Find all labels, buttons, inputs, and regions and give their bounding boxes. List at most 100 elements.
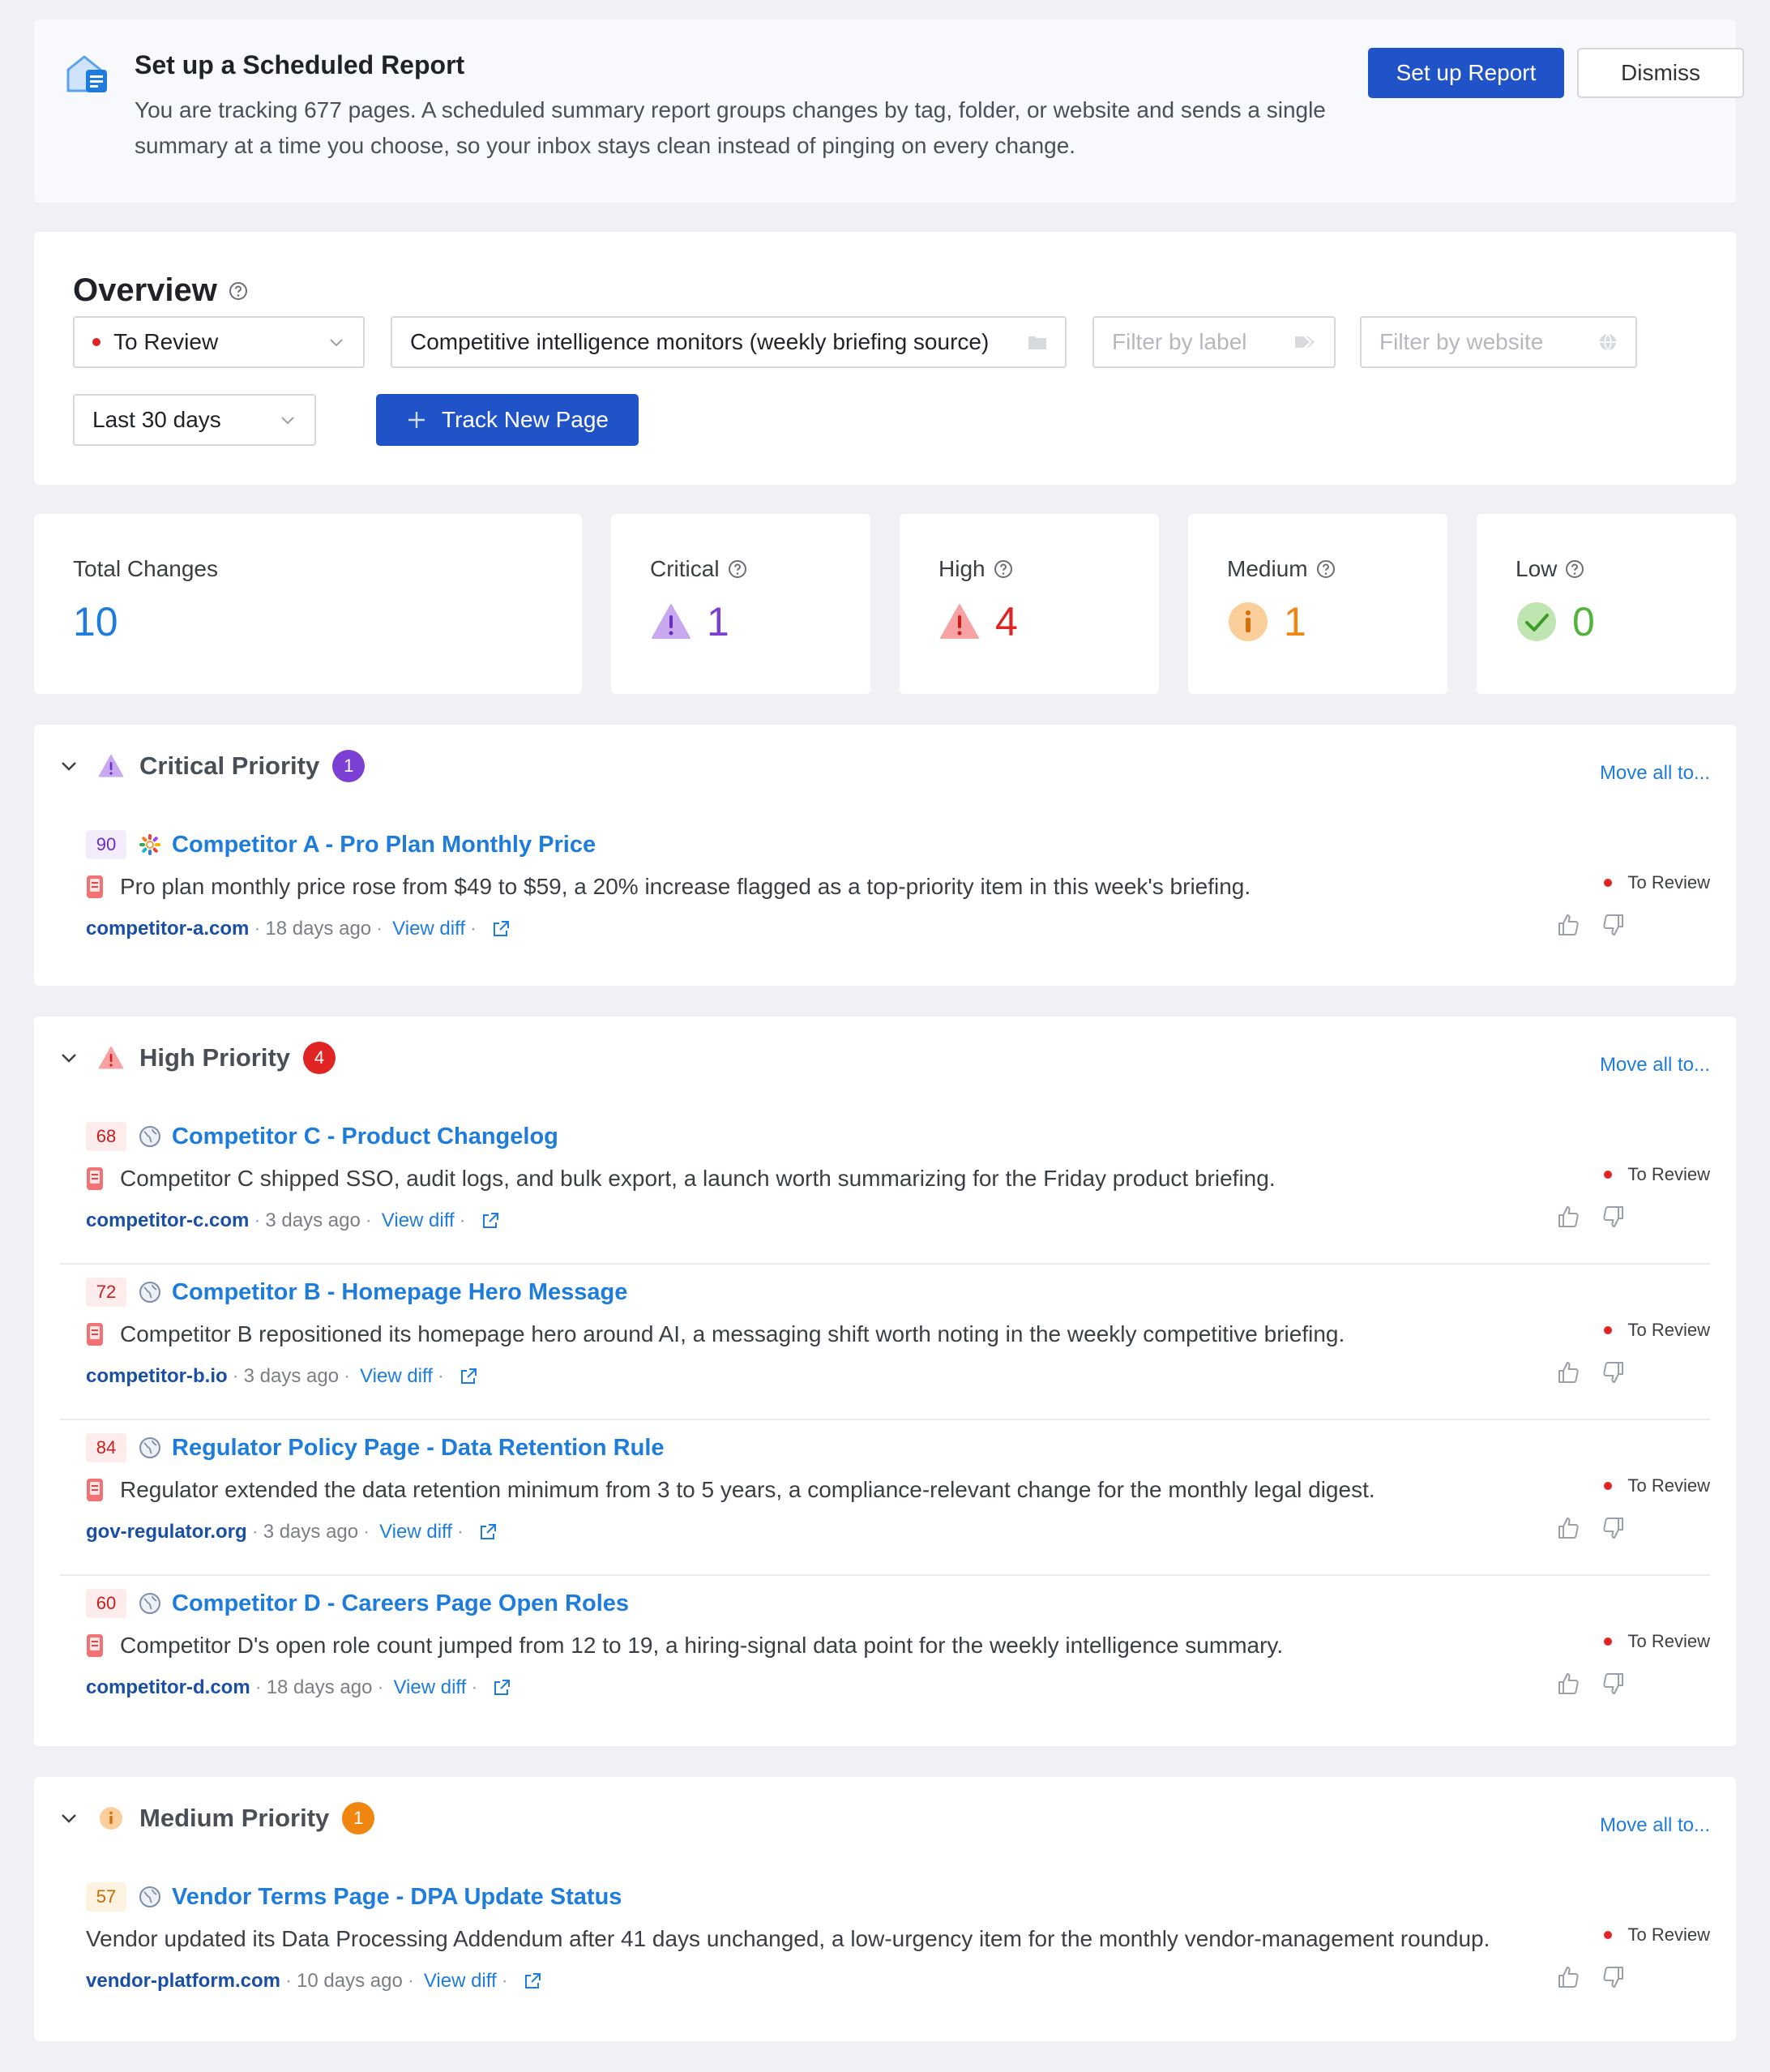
document-icon (86, 1322, 104, 1346)
separator: · (254, 1209, 261, 1231)
thumbs-down-icon[interactable] (1601, 1672, 1626, 1696)
external-link-icon[interactable] (459, 1367, 478, 1386)
status-dot (1603, 879, 1612, 887)
item-domain-link[interactable]: competitor-a.com (86, 918, 249, 940)
view-diff-link[interactable]: View diff (382, 1209, 455, 1232)
change-item: 60 Competitor D - Careers Page Open Role… (60, 1576, 1710, 1732)
help-icon[interactable] (728, 559, 747, 579)
section-header[interactable]: Critical Priority 1 (58, 747, 366, 785)
separator: · (251, 1521, 259, 1543)
section-header[interactable]: High Priority 4 (58, 1039, 336, 1077)
thumbs-up-icon[interactable] (1556, 1672, 1580, 1696)
item-time-ago: 3 days ago (243, 1365, 340, 1387)
score-badge: 60 (86, 1589, 126, 1618)
change-item: 90 Competitor A - Pro Plan Monthly Price… (60, 817, 1710, 973)
separator: · (254, 918, 261, 940)
status-filter-select[interactable]: To Review (73, 316, 365, 368)
item-domain-link[interactable]: vendor-platform.com (86, 1970, 280, 1993)
move-all-button[interactable]: Move all to... (1600, 1814, 1710, 1837)
help-icon[interactable] (1316, 559, 1336, 579)
external-link-icon[interactable] (523, 1971, 542, 1991)
thumbs-down-icon[interactable] (1601, 1360, 1626, 1385)
thumbs-up-icon[interactable] (1556, 1965, 1580, 1989)
move-all-button[interactable]: Move all to... (1600, 762, 1710, 785)
item-title-link[interactable]: Vendor Terms Page - DPA Update Status (172, 1884, 622, 1911)
stat-high[interactable]: High 4 (900, 514, 1159, 694)
stat-total-changes: Total Changes 10 (34, 514, 582, 694)
status-dot (1603, 1326, 1612, 1334)
view-diff-link[interactable]: View diff (379, 1521, 452, 1543)
help-icon[interactable] (229, 281, 248, 301)
thumbs-down-icon[interactable] (1601, 1965, 1626, 1989)
stat-label: Medium (1227, 556, 1308, 581)
help-icon[interactable] (1565, 559, 1584, 579)
external-link-icon[interactable] (491, 919, 511, 939)
external-link-icon[interactable] (478, 1522, 498, 1542)
status-label: To Review (1627, 1320, 1710, 1340)
colorful-flower-icon (138, 833, 162, 857)
status-label: To Review (1627, 1924, 1710, 1945)
track-new-page-button[interactable]: Track New Page (376, 394, 639, 446)
separator: · (363, 1521, 370, 1543)
website-filter-input[interactable]: Filter by website (1360, 316, 1637, 368)
item-title-link[interactable]: Regulator Policy Page - Data Retention R… (172, 1435, 665, 1462)
folder-filter-value: Competitive intelligence monitors (weekl… (410, 329, 990, 354)
move-all-button[interactable]: Move all to... (1600, 1054, 1710, 1077)
item-title-link[interactable]: Competitor D - Careers Page Open Roles (172, 1590, 629, 1617)
globe-icon (1598, 332, 1618, 352)
view-diff-link[interactable]: View diff (424, 1970, 497, 1993)
external-link-icon[interactable] (492, 1678, 511, 1697)
stat-low[interactable]: Low 0 (1477, 514, 1736, 694)
high-warning-icon (938, 601, 981, 643)
globe-icon (138, 1124, 162, 1149)
status-indicator: To Review (1603, 872, 1710, 893)
overview-panel: Overview To Review Competitive intellige… (34, 232, 1736, 485)
stat-medium[interactable]: Medium 1 (1188, 514, 1447, 694)
change-item: 84 Regulator Policy Page - Data Retentio… (60, 1420, 1710, 1576)
stat-critical[interactable]: Critical 1 (611, 514, 870, 694)
change-item: 57 Vendor Terms Page - DPA Update Status… (60, 1869, 1710, 2025)
score-badge: 90 (86, 830, 126, 859)
item-title-link[interactable]: Competitor C - Product Changelog (172, 1124, 558, 1150)
item-domain-link[interactable]: competitor-d.com (86, 1676, 250, 1699)
item-title-link[interactable]: Competitor B - Homepage Hero Message (172, 1279, 627, 1306)
status-label: To Review (1627, 872, 1710, 893)
item-title-link[interactable]: Competitor A - Pro Plan Monthly Price (172, 832, 596, 858)
item-description: Pro plan monthly price rose from $49 to … (120, 874, 1251, 899)
globe-icon (138, 1591, 162, 1616)
status-label: To Review (1627, 1164, 1710, 1184)
label-filter-input[interactable]: Filter by label (1092, 316, 1336, 368)
external-link-icon[interactable] (481, 1211, 500, 1231)
item-domain-link[interactable]: competitor-b.io (86, 1365, 228, 1388)
view-diff-link[interactable]: View diff (393, 1676, 466, 1699)
label-filter-placeholder: Filter by label (1112, 329, 1247, 354)
view-diff-link[interactable]: View diff (360, 1365, 433, 1388)
status-indicator: To Review (1603, 1631, 1710, 1652)
item-domain-link[interactable]: gov-regulator.org (86, 1521, 247, 1543)
plus-icon (406, 409, 427, 430)
thumbs-down-icon[interactable] (1601, 1205, 1626, 1229)
thumbs-down-icon[interactable] (1601, 913, 1626, 937)
collapse-chevron-icon[interactable] (58, 1047, 79, 1068)
thumbs-up-icon[interactable] (1556, 1360, 1580, 1385)
setup-report-button[interactable]: Set up Report (1368, 48, 1564, 98)
view-diff-link[interactable]: View diff (392, 918, 465, 940)
item-domain-link[interactable]: competitor-c.com (86, 1209, 249, 1232)
critical-warning-icon (650, 601, 692, 643)
thumbs-down-icon[interactable] (1601, 1516, 1626, 1540)
dismiss-button[interactable]: Dismiss (1577, 48, 1744, 98)
folder-filter-select[interactable]: Competitive intelligence monitors (weekl… (391, 316, 1067, 368)
thumbs-up-icon[interactable] (1556, 1205, 1580, 1229)
section-title: Critical Priority (139, 751, 320, 780)
thumbs-up-icon[interactable] (1556, 913, 1580, 937)
date-range-select[interactable]: Last 30 days (73, 394, 316, 446)
thumbs-up-icon[interactable] (1556, 1516, 1580, 1540)
document-icon (86, 1478, 104, 1502)
section-header[interactable]: Medium Priority 1 (58, 1800, 375, 1837)
change-item: 72 Competitor B - Homepage Hero Message … (60, 1265, 1710, 1420)
count-badge: 1 (342, 1802, 375, 1834)
help-icon[interactable] (994, 559, 1013, 579)
collapse-chevron-icon[interactable] (58, 756, 79, 777)
chevron-down-icon (327, 333, 345, 351)
collapse-chevron-icon[interactable] (58, 1808, 79, 1829)
